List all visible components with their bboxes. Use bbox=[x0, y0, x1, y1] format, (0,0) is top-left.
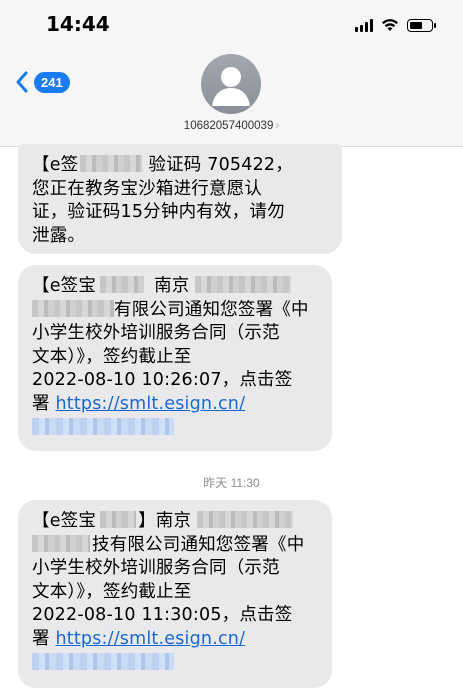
redacted-text bbox=[197, 511, 294, 528]
redacted-text bbox=[100, 511, 137, 528]
message-line: 文本）》，签约截止至 bbox=[32, 581, 192, 602]
back-button[interactable]: 241 bbox=[14, 70, 70, 94]
redacted-text bbox=[32, 534, 90, 552]
message-line bbox=[32, 417, 318, 441]
wifi-icon bbox=[382, 19, 398, 31]
message-line: 【e签宝 南京 bbox=[32, 275, 318, 299]
message-line: 泄露。 bbox=[32, 225, 86, 246]
message-line: 署 https://smlt.esign.cn/ bbox=[32, 628, 246, 649]
message-line: 2022-08-10 11:30:05，点击签 bbox=[32, 605, 293, 626]
message-bubble[interactable]: 【e签宝 南京 有限公司通知您签署《中 小学生校外培训服务合同（示范 文本）》，签… bbox=[18, 265, 332, 451]
message-line: 【e签 验证码 705422， bbox=[32, 155, 293, 175]
message-line: 署 https://smlt.esign.cn/ bbox=[32, 393, 246, 414]
message-line: 有限公司通知您签署《中 bbox=[32, 299, 318, 323]
message-line: 证，验证码15分钟内有效，请勿 bbox=[32, 202, 285, 223]
redacted-text bbox=[100, 276, 145, 293]
message-bubble[interactable]: 【e签宝 】南京 技有限公司通知您签署《中 小学生校外培训服务合同（示范 文本）》… bbox=[18, 500, 332, 688]
message-line: 小学生校外培训服务合同（示范 bbox=[32, 323, 280, 344]
message-timestamp: 昨天 11:30 bbox=[203, 476, 260, 490]
status-icons bbox=[355, 16, 436, 34]
contact-avatar-icon[interactable] bbox=[201, 54, 261, 114]
battery-icon bbox=[407, 18, 436, 32]
message-line: 2022-08-10 10:26:07，点击签 bbox=[32, 370, 293, 391]
unread-count-badge: 241 bbox=[34, 71, 70, 93]
contact-chevron-icon: › bbox=[275, 120, 280, 132]
message-line bbox=[32, 652, 318, 676]
message-line: 技有限公司通知您签署《中 bbox=[32, 534, 318, 558]
message-line: 您正在教务宝沙箱进行意愿认 bbox=[32, 178, 263, 199]
message-line: 【e签宝 】南京 bbox=[32, 510, 318, 534]
message-line: 文本）》，签约截止至 bbox=[32, 346, 192, 367]
redacted-text bbox=[32, 299, 114, 317]
esign-link[interactable]: https://smlt.esign.cn/ bbox=[55, 629, 245, 649]
redacted-link[interactable] bbox=[32, 652, 174, 670]
redacted-text bbox=[195, 276, 292, 293]
back-chevron-icon bbox=[16, 71, 28, 93]
message-line: 小学生校外培训服务合同（示范 bbox=[32, 558, 280, 579]
conversation-header: 14:44 241 10682057400039 › bbox=[0, 0, 463, 147]
cellular-signal-icon bbox=[355, 18, 373, 32]
esign-link[interactable]: https://smlt.esign.cn/ bbox=[55, 394, 245, 414]
status-time: 14:44 bbox=[46, 12, 110, 36]
contact-name[interactable]: 10682057400039 › bbox=[0, 120, 463, 132]
contact-number: 10682057400039 bbox=[183, 120, 274, 132]
message-bubble[interactable]: 【e签 验证码 705422， 您正在教务宝沙箱进行意愿认 证，验证码15分钟内有… bbox=[18, 144, 342, 254]
redacted-text bbox=[80, 155, 143, 172]
redacted-link[interactable] bbox=[32, 417, 174, 435]
